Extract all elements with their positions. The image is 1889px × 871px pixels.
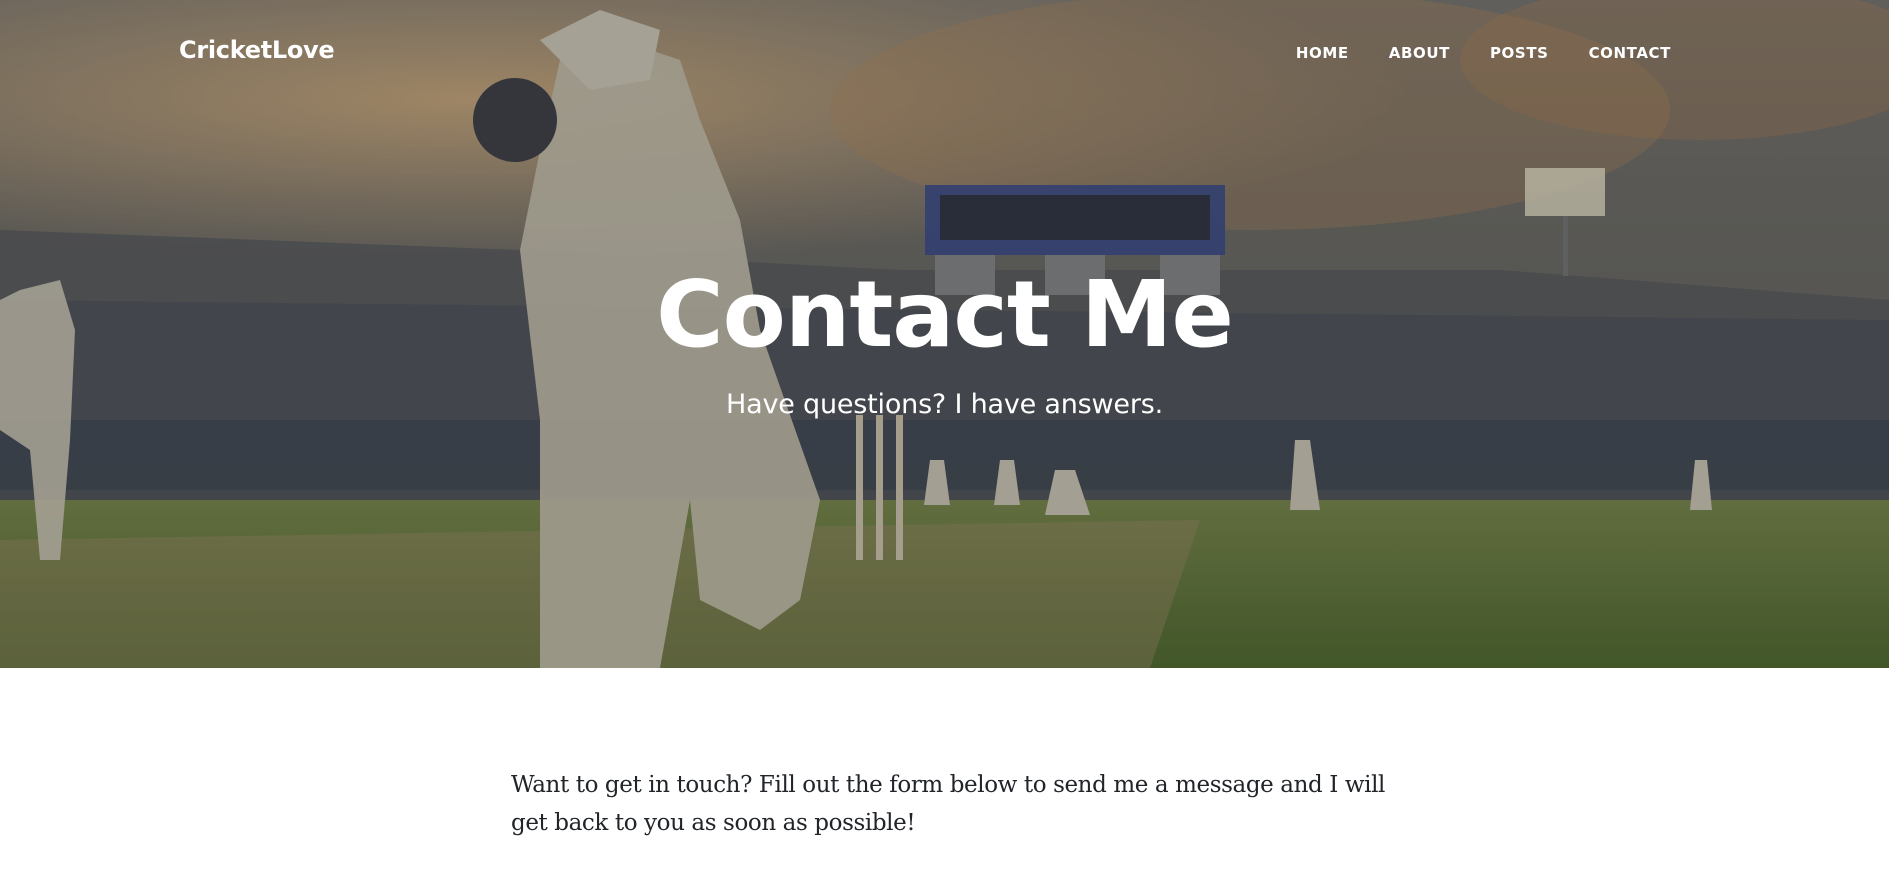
nav-link-posts[interactable]: POSTS: [1470, 44, 1569, 62]
brand-logo-link[interactable]: CricketLove: [179, 36, 335, 64]
nav-link-home[interactable]: HOME: [1276, 44, 1369, 62]
hero-heading: Contact Me Have questions? I have answer…: [0, 260, 1889, 423]
main-navbar: CricketLove HOME ABOUT POSTS CONTACT: [0, 0, 1889, 106]
main-content: Want to get in touch? Fill out the form …: [511, 766, 1391, 842]
page-header-hero: CricketLove HOME ABOUT POSTS CONTACT Con…: [0, 0, 1889, 668]
page-subtitle: Have questions? I have answers.: [726, 389, 1163, 420]
contact-intro-text: Want to get in touch? Fill out the form …: [511, 772, 1385, 836]
page-title: Contact Me: [656, 261, 1234, 368]
nav-link-about[interactable]: ABOUT: [1369, 44, 1470, 62]
nav-link-contact[interactable]: CONTACT: [1569, 44, 1691, 62]
nav-links: HOME ABOUT POSTS CONTACT: [1276, 44, 1691, 62]
